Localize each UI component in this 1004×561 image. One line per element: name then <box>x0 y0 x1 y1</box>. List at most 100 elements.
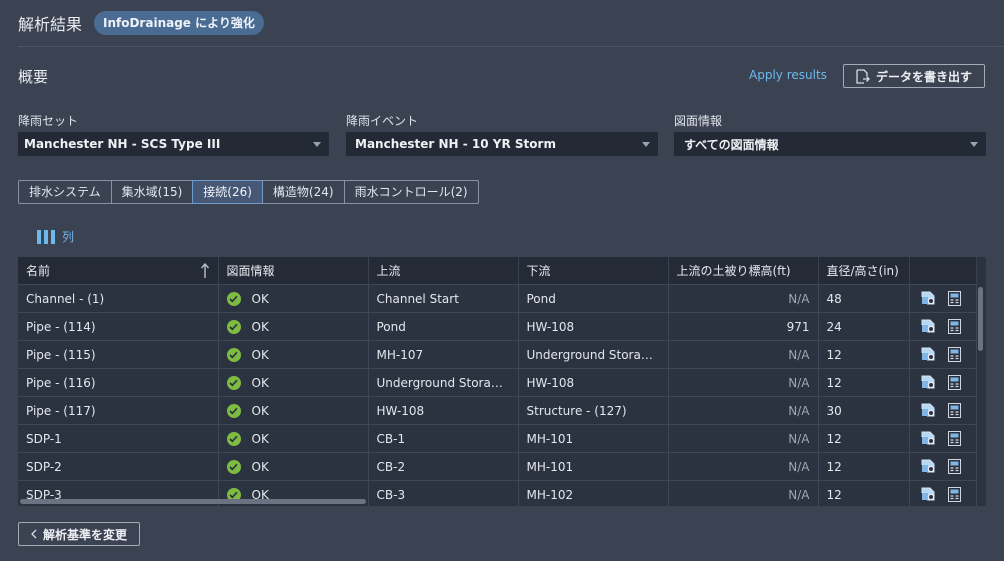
status-text: OK <box>251 347 269 362</box>
export-data-button[interactable]: データを書き出す <box>843 64 985 88</box>
cell-actions <box>909 452 977 481</box>
status-text: OK <box>251 291 269 306</box>
tab-structures[interactable]: 構造物(24) <box>261 180 345 204</box>
cell-actions <box>909 368 977 397</box>
cell-drawing-info: OK <box>218 452 369 481</box>
cell-downstream: Underground Storage ... <box>518 340 669 369</box>
cell-actions <box>909 396 977 425</box>
zoom-to-object-icon[interactable] <box>921 291 936 306</box>
cell-drawing-info: OK <box>218 396 369 425</box>
zoom-to-object-icon[interactable] <box>921 319 936 334</box>
cell-downstream: Structure - (127) <box>518 396 669 425</box>
cell-cover-elevation: N/A <box>668 284 819 313</box>
zoom-to-object-icon[interactable] <box>921 487 936 502</box>
table-header-row: 名前 図面情報 上流 下流 上流の土被り標高(ft) 直径/高さ(in) <box>18 257 977 285</box>
horizontal-scrollbar[interactable] <box>20 499 366 504</box>
columns-icon <box>37 229 55 244</box>
table-row[interactable]: Pipe - (115) OK MH-107 Underground Storage … <box>18 340 977 369</box>
drawing-info-select[interactable]: すべての図面情報 <box>674 132 986 156</box>
check-circle-icon <box>226 319 241 334</box>
rainfall-event-value: Manchester NH - 10 YR Storm <box>355 137 556 151</box>
check-circle-icon <box>226 431 241 446</box>
zoom-to-object-icon[interactable] <box>921 403 936 418</box>
tab-stormwater-controls[interactable]: 雨水コントロール(2) <box>343 180 479 204</box>
result-tabs: 排水システム 集水域(15) 接続(26) 構造物(24) 雨水コントロール(2… <box>18 180 479 204</box>
cell-name: SDP-2 <box>18 452 219 481</box>
cell-cover-elevation: N/A <box>668 368 819 397</box>
apply-results-link[interactable]: Apply results <box>749 68 827 82</box>
properties-icon[interactable] <box>947 431 961 446</box>
zoom-to-object-icon[interactable] <box>921 459 936 474</box>
cell-diameter: 24 <box>818 312 910 341</box>
properties-icon[interactable] <box>947 375 961 390</box>
check-circle-icon <box>226 459 241 474</box>
rainfall-event-label: 降雨イベント <box>346 114 419 128</box>
change-criteria-button[interactable]: 解析基準を変更 <box>18 522 140 546</box>
chevron-down-icon <box>642 142 650 147</box>
cell-cover-elevation: N/A <box>668 340 819 369</box>
tab-drainage-system[interactable]: 排水システム <box>18 180 112 204</box>
properties-icon[interactable] <box>947 459 961 474</box>
properties-icon[interactable] <box>947 291 961 306</box>
cell-upstream: MH-107 <box>368 340 519 369</box>
cell-cover-elevation: 971 <box>668 312 819 341</box>
zoom-to-object-icon[interactable] <box>921 347 936 362</box>
check-circle-icon <box>226 291 241 306</box>
column-header-drawing-info[interactable]: 図面情報 <box>218 257 369 285</box>
cell-name: Pipe - (114) <box>18 312 219 341</box>
cell-diameter: 48 <box>818 284 910 313</box>
status-text: OK <box>251 319 269 334</box>
connections-table: 名前 図面情報 上流 下流 上流の土被り標高(ft) 直径/高さ(in) Cha… <box>18 257 986 506</box>
cell-name: SDP-1 <box>18 424 219 453</box>
sort-ascending-icon[interactable] <box>200 263 210 279</box>
column-header-actions <box>909 257 977 285</box>
zoom-to-object-icon[interactable] <box>921 431 936 446</box>
columns-label: 列 <box>62 230 75 244</box>
status-text: OK <box>251 459 269 474</box>
cell-upstream: CB-1 <box>368 424 519 453</box>
table-row[interactable]: Channel - (1) OK Channel Start Pond N/A 48 <box>18 284 977 313</box>
table-row[interactable]: SDP-2 OK CB-2 MH-101 N/A 12 <box>18 452 977 481</box>
column-header-name[interactable]: 名前 <box>18 257 219 285</box>
status-text: OK <box>251 431 269 446</box>
properties-icon[interactable] <box>947 403 961 418</box>
properties-icon[interactable] <box>947 487 961 502</box>
export-icon <box>856 68 870 84</box>
tab-catchments[interactable]: 集水域(15) <box>110 180 194 204</box>
cell-actions <box>909 340 977 369</box>
cell-downstream: HW-108 <box>518 312 669 341</box>
zoom-to-object-icon[interactable] <box>921 375 936 390</box>
rainfall-set-value: Manchester NH - SCS Type III <box>24 137 221 151</box>
cell-diameter: 30 <box>818 396 910 425</box>
rainfall-event-select[interactable]: Manchester NH - 10 YR Storm <box>346 132 658 156</box>
cell-upstream: CB-2 <box>368 452 519 481</box>
column-header-label: 名前 <box>26 264 51 278</box>
cell-actions <box>909 480 977 506</box>
cell-name: Pipe - (117) <box>18 396 219 425</box>
rainfall-set-select[interactable]: Manchester NH - SCS Type III <box>18 132 329 156</box>
drawing-info-value: すべての図面情報 <box>684 137 779 152</box>
rainfall-set-label: 降雨セット <box>18 114 79 128</box>
cell-downstream: MH-101 <box>518 452 669 481</box>
properties-icon[interactable] <box>947 347 961 362</box>
cell-cover-elevation: N/A <box>668 452 819 481</box>
column-header-cover-elevation[interactable]: 上流の土被り標高(ft) <box>668 257 819 285</box>
columns-button[interactable]: 列 <box>37 228 74 245</box>
vertical-scrollbar[interactable] <box>978 287 983 351</box>
table-row[interactable]: Pipe - (117) OK HW-108 Structure - (127) N/A… <box>18 396 977 425</box>
column-header-downstream[interactable]: 下流 <box>518 257 669 285</box>
cell-downstream: MH-101 <box>518 424 669 453</box>
cell-drawing-info: OK <box>218 312 369 341</box>
check-circle-icon <box>226 403 241 418</box>
table-row[interactable]: Pipe - (114) OK Pond HW-108 971 24 <box>18 312 977 341</box>
column-header-diameter[interactable]: 直径/高さ(in) <box>818 257 910 285</box>
tab-connections[interactable]: 接続(26) <box>192 180 263 204</box>
properties-icon[interactable] <box>947 319 961 334</box>
cell-diameter: 12 <box>818 368 910 397</box>
table-row[interactable]: Pipe - (116) OK Underground Storage ... HW-… <box>18 368 977 397</box>
table-row[interactable]: SDP-1 OK CB-1 MH-101 N/A 12 <box>18 424 977 453</box>
cell-name: Pipe - (115) <box>18 340 219 369</box>
column-header-upstream[interactable]: 上流 <box>368 257 519 285</box>
infodrainage-badge: InfoDrainage により強化 <box>94 11 264 35</box>
cell-upstream: HW-108 <box>368 396 519 425</box>
